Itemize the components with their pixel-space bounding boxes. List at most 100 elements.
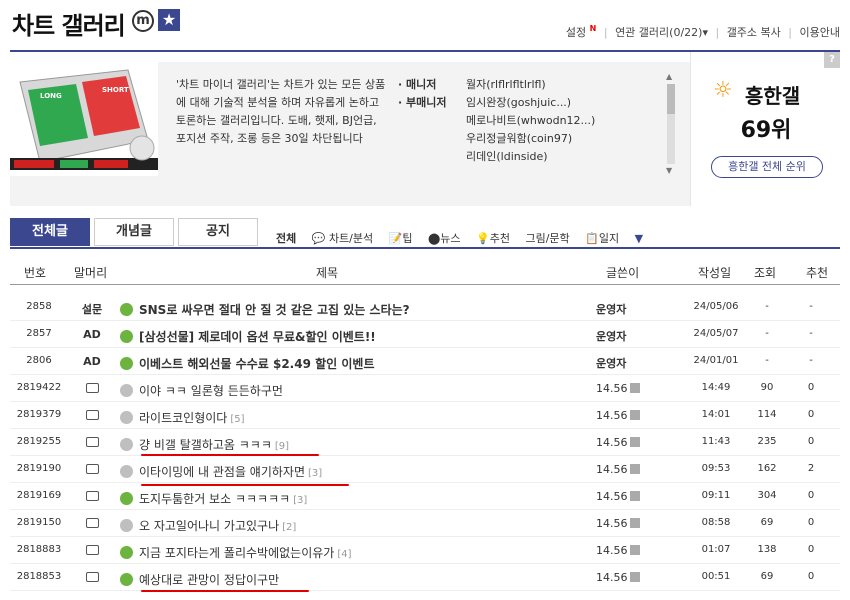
post-subject[interactable]: 오 자고일어나니 가고있구나 [2] [120,517,590,534]
category-journal[interactable]: 📋일지 [585,232,619,245]
long-label: LONG [40,92,62,100]
guide-link[interactable]: 이용안내 [800,26,840,39]
chat-icon [85,464,99,474]
post-writer[interactable]: 운영자 [596,355,656,371]
post-writer[interactable]: 14.56 [596,544,656,557]
submanager-name[interactable]: 리데인(ldinside) [466,150,548,163]
post-title[interactable]: 이야 ㅋㅋ 일론형 든든하구먼 [139,384,283,398]
submanager-name[interactable]: 임시완장(goshjuic...) [466,96,571,109]
post-writer[interactable]: 14.56 [596,409,656,422]
table-row[interactable]: 2819190 이타이밍에 내 관점을 얘기하자면 [3] 14.56 09:53 162… [10,456,840,483]
table-row[interactable]: 2858 설문 SNS로 싸우면 절대 안 질 것 같은 고집 있는 스타는? 운영자… [10,294,840,321]
post-number: 2806 [26,355,52,366]
bookmark-star-icon[interactable]: ★ [158,9,180,31]
post-head [72,409,112,422]
manager-scrollbar[interactable]: ▲ ▼ [664,70,678,178]
user-level-icon [629,464,640,474]
submanager-name[interactable]: 우리정글워함(coin97) [466,132,572,145]
table-row[interactable]: 2806 AD 이베스트 해외선물 수수료 $2.49 할인 이벤트 운영자 24/01… [10,348,840,375]
top-links: 설정 N | 연관 갤러리(0/22)▾ | 갤주소 복사 | 이용안내 [565,24,840,39]
post-writer[interactable]: 14.56 [596,382,656,395]
table-row[interactable]: 2819379 라이트코인형이다 [5] 14.56 14:01 114 0 [10,402,840,429]
comment-count[interactable]: [9] [275,441,289,452]
copy-address-link[interactable]: 갤주소 복사 [727,26,781,39]
comment-count[interactable]: [5] [230,414,244,425]
post-title[interactable]: 이타이밍에 내 관점을 얘기하자면 [139,465,305,479]
post-writer[interactable]: 14.56 [596,490,656,503]
post-type-icon [120,492,133,505]
table-row[interactable]: 2819150 오 자고일어나니 가고있구나 [2] 14.56 08:58 69 0 [10,510,840,537]
post-title[interactable]: SNS로 싸우면 절대 안 질 것 같은 고집 있는 스타는? [139,303,410,317]
table-row[interactable]: 2857 AD [삼성선물] 제로데이 옵션 무료&할인 이벤트!! 운영자 24/05… [10,321,840,348]
red-underline-annotation [141,454,319,456]
post-writer[interactable]: 14.56 [596,436,656,449]
post-title[interactable]: 오 자고일어나니 가고있구나 [139,519,279,533]
category-more-icon[interactable]: ▼ [635,232,643,245]
scroll-up-icon[interactable]: ▲ [666,72,672,81]
post-writer[interactable]: 운영자 [596,328,656,344]
tab-all-posts[interactable]: 전체글 [10,218,90,246]
gallery-title[interactable]: 차트 갤러리 [12,6,126,41]
post-subject[interactable]: 이야 ㅋㅋ 일론형 든든하구먼 [120,382,590,399]
post-number: 2857 [26,328,52,339]
post-subject[interactable]: [삼성선물] 제로데이 옵션 무료&할인 이벤트!! [120,328,590,345]
post-subject[interactable]: 라이트코인형이다 [5] [120,409,590,426]
comment-count[interactable]: [2] [282,522,296,533]
comment-count[interactable]: [4] [337,549,351,560]
comment-count[interactable]: [3] [293,495,307,506]
post-views: 114 [757,409,777,420]
post-subject[interactable]: 이베스트 해외선물 수수료 $2.49 할인 이벤트 [120,355,590,372]
submanager-name[interactable]: 메로나비트(whwodn12...) [466,114,595,127]
table-row[interactable]: 2818853 예상대로 관망이 정답이구만 14.56 00:51 69 0 [10,564,840,591]
tab-notice[interactable]: 공지 [178,218,258,246]
category-recommend[interactable]: 💡추천 [476,232,510,245]
post-subject[interactable]: 지금 포지타는게 폴리수박에없는이유가 [4] [120,544,590,561]
comment-count[interactable]: [3] [308,468,322,479]
category-tip[interactable]: 📝팁 [389,232,413,245]
post-writer[interactable]: 14.56 [596,571,656,584]
gallery-thumbnail: LONG SHORT [10,62,158,176]
post-subject[interactable]: SNS로 싸우면 절대 안 질 것 같은 고집 있는 스타는? [120,301,590,318]
post-title[interactable]: 라이트코인형이다 [139,411,227,425]
tab-concept-posts[interactable]: 개념글 [94,218,174,246]
table-row[interactable]: 2819255 걍 비갤 탈갤하고옴 ㅋㅋㅋ [9] 14.56 11:43 235 0 [10,429,840,456]
scroll-down-icon[interactable]: ▼ [666,166,672,175]
post-type-icon [120,384,133,397]
row-head-label: AD [83,355,101,368]
full-ranking-button[interactable]: 흥한갤 전체 순위 [711,156,823,178]
table-row[interactable]: 2818883 지금 포지타는게 폴리수박에없는이유가 [4] 14.56 01:07 1… [10,537,840,564]
post-head [72,463,112,476]
related-gallery-link[interactable]: 연관 갤러리(0/22)▾ [615,26,708,39]
post-writer[interactable]: 14.56 [596,463,656,476]
sun-icon: ☼ [713,78,733,103]
post-subject[interactable]: 도지두툼한거 보소 ㅋㅋㅋㅋㅋ [3] [120,490,590,507]
post-title[interactable]: 이베스트 해외선물 수수료 $2.49 할인 이벤트 [139,357,375,371]
category-chart-analysis[interactable]: 💬 차트/분석 [312,232,373,245]
category-news[interactable]: ⬤뉴스 [428,232,461,245]
post-title[interactable]: 예상대로 관망이 정답이구만 [139,573,279,587]
post-subject[interactable]: 이타이밍에 내 관점을 얘기하자면 [3] [120,463,590,480]
post-recommend: 0 [807,490,815,501]
post-subject[interactable]: 걍 비갤 탈갤하고옴 ㅋㅋㅋ [9] [120,436,590,453]
post-title[interactable]: 도지두툼한거 보소 ㅋㅋㅋㅋㅋ [139,492,290,506]
table-row[interactable]: 2819169 도지두툼한거 보소 ㅋㅋㅋㅋㅋ [3] 14.56 09:11 304 0 [10,483,840,510]
category-art[interactable]: 그림/문학 [525,232,569,245]
col-writer: 글쓴이 [606,266,640,280]
post-number: 2819255 [16,436,62,447]
settings-link[interactable]: 설정 N [566,24,596,39]
row-head-label: 설문 [81,303,103,316]
post-title[interactable]: [삼성선물] 제로데이 옵션 무료&할인 이벤트!! [139,330,376,344]
manager-name[interactable]: 월자(rlflrlfltlrlfl) [466,78,546,91]
category-bar: 전체 💬 차트/분석 📝팁 ⬤뉴스 💡추천 그림/문학 📋일지 ▼ [276,230,655,246]
table-row[interactable]: 2819422 이야 ㅋㅋ 일론형 든든하구먼 14.56 14:49 90 0 [10,375,840,402]
help-icon[interactable]: ? [824,52,840,68]
post-writer[interactable]: 운영자 [596,301,656,317]
post-subject[interactable]: 예상대로 관망이 정답이구만 [120,571,590,588]
category-all[interactable]: 전체 [276,232,296,245]
user-level-icon [629,410,640,420]
post-title[interactable]: 지금 포지타는게 폴리수박에없는이유가 [139,546,334,560]
post-writer[interactable]: 14.56 [596,517,656,530]
post-recommend: 0 [807,436,815,447]
post-title[interactable]: 걍 비갤 탈갤하고옴 ㅋㅋㅋ [139,438,272,452]
post-type-icon [120,519,133,532]
